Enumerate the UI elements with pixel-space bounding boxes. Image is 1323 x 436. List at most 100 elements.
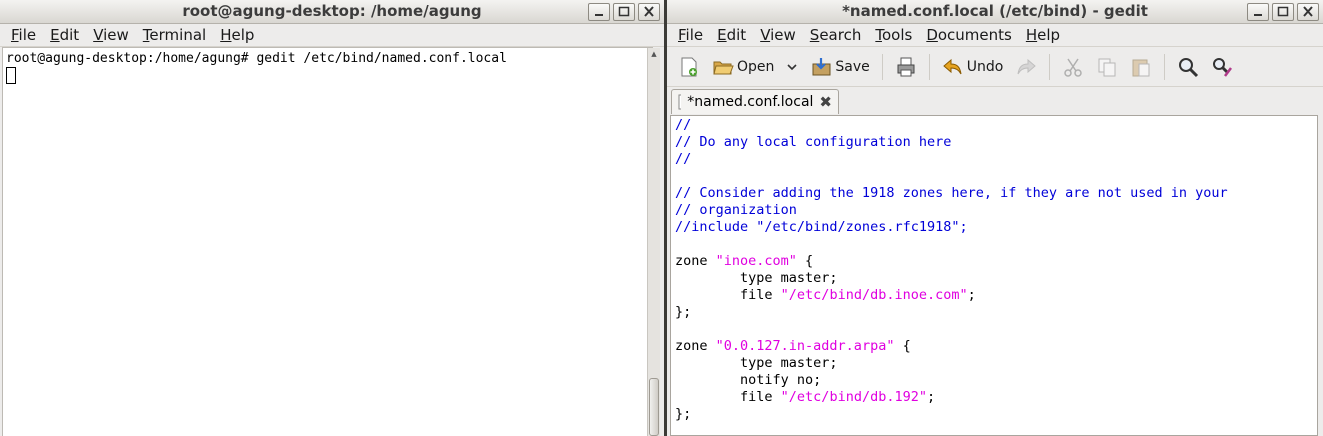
undo-button[interactable]: Undo <box>939 54 1007 80</box>
open-label: Open <box>737 59 775 75</box>
code-comment: //include "/etc/bind/zones.rfc1918"; <box>675 219 968 235</box>
terminal-cursor <box>6 67 16 84</box>
new-document-button[interactable] <box>675 54 703 80</box>
menu-mnemonic: D <box>926 26 938 44</box>
code-string: "inoe.com" <box>715 253 797 269</box>
menu-label: ocuments <box>937 26 1012 44</box>
code-text: { <box>796 253 814 269</box>
code-line: // Consider adding the 1918 zones here, … <box>675 185 1313 202</box>
redo-button[interactable] <box>1012 54 1040 80</box>
menu-label: ools <box>881 26 913 44</box>
code-text: }; <box>675 406 692 422</box>
undo-label: Undo <box>966 59 1004 75</box>
print-button[interactable] <box>892 54 920 80</box>
code-line: file "/etc/bind/db.inoe.com"; <box>675 287 1313 304</box>
code-comment: // organization <box>675 202 797 218</box>
gedit-titlebar[interactable]: *named.conf.local (/etc/bind) - gedit <box>667 0 1323 24</box>
paste-button[interactable] <box>1127 54 1155 80</box>
copy-button[interactable] <box>1093 54 1121 80</box>
minimize-icon[interactable] <box>1247 3 1269 21</box>
code-text: }; <box>675 304 692 320</box>
code-line: // <box>675 117 1313 134</box>
close-icon[interactable] <box>638 3 660 21</box>
scroll-up-arrow-icon[interactable]: ▲ <box>648 50 660 60</box>
menu-label: earch <box>819 26 862 44</box>
code-text: type master; <box>675 270 838 286</box>
menu-file[interactable]: File <box>6 26 41 44</box>
open-recent-dropdown[interactable] <box>783 59 801 75</box>
maximize-icon[interactable] <box>1272 3 1294 21</box>
cut-button[interactable] <box>1059 54 1087 80</box>
terminal-output[interactable]: root@agung-desktop:/home/agung# gedit /e… <box>2 47 653 436</box>
menu-label: iew <box>770 26 796 44</box>
menu-mnemonic: H <box>1025 26 1038 44</box>
menu-search[interactable]: Search <box>805 26 867 44</box>
menu-label: ile <box>18 26 37 44</box>
find-replace-button[interactable] <box>1208 54 1236 80</box>
menu-mnemonic: E <box>717 26 727 44</box>
code-line: // Do any local configuration here <box>675 134 1313 151</box>
menu-edit[interactable]: Edit <box>45 26 84 44</box>
terminal-menubar: File Edit View Terminal Help <box>0 24 664 47</box>
open-button[interactable]: Open <box>709 54 777 80</box>
close-icon[interactable] <box>1297 3 1319 21</box>
menu-terminal[interactable]: Terminal <box>138 26 211 44</box>
code-string: "0.0.127.in-addr.arpa" <box>715 338 895 354</box>
code-line: }; <box>675 304 1313 321</box>
search-icon <box>1179 58 1199 78</box>
terminal-titlebar[interactable]: root@agung-desktop: /home/agung <box>0 0 664 24</box>
close-tab-icon[interactable]: ✖ <box>819 93 832 111</box>
text-editor[interactable]: //// Do any local configuration here// //… <box>670 115 1318 436</box>
minimize-icon[interactable] <box>588 3 610 21</box>
code-line: type master; <box>675 270 1313 287</box>
terminal-command-line: root@agung-desktop:/home/agung# gedit /e… <box>6 51 507 66</box>
save-button[interactable]: Save <box>807 54 872 80</box>
menu-mnemonic: T <box>875 26 882 44</box>
gedit-window: *named.conf.local (/etc/bind) - gedit Fi… <box>667 0 1323 436</box>
menu-label: dit <box>59 26 80 44</box>
code-string: "/etc/bind/db.192" <box>780 389 927 405</box>
menu-label: ile <box>685 26 704 44</box>
toolbar-separator <box>1164 54 1166 80</box>
terminal-title: root@agung-desktop: /home/agung <box>182 2 482 20</box>
code-text: { <box>894 338 911 354</box>
menu-view[interactable]: View <box>755 26 801 44</box>
code-text: notify no; <box>675 372 822 388</box>
code-line: // organization <box>675 202 1313 219</box>
new-document-icon <box>681 57 697 77</box>
code-comment: // <box>675 117 692 133</box>
code-line: }; <box>675 406 1313 423</box>
code-text: file <box>675 389 781 405</box>
menu-file[interactable]: File <box>673 26 708 44</box>
toolbar-separator <box>1049 54 1051 80</box>
terminal-scrollbar[interactable]: ▲ <box>647 48 660 436</box>
text-file-icon <box>678 94 682 110</box>
tab-named-conf-local[interactable]: *named.conf.local ✖ <box>671 89 839 114</box>
maximize-icon[interactable] <box>613 3 635 21</box>
menu-view[interactable]: View <box>88 26 134 44</box>
code-line: zone "0.0.127.in-addr.arpa" { <box>675 338 1313 355</box>
menu-label: elp <box>1037 26 1061 44</box>
menu-edit[interactable]: Edit <box>712 26 751 44</box>
menu-mnemonic: V <box>93 26 104 44</box>
undo-icon <box>943 58 962 75</box>
copy-icon <box>1098 58 1116 77</box>
find-button[interactable] <box>1174 54 1202 80</box>
code-text: ; <box>967 287 976 303</box>
gedit-title: *named.conf.local (/etc/bind) - gedit <box>842 2 1148 20</box>
code-comment: // Do any local configuration here <box>675 134 952 150</box>
terminal-window: root@agung-desktop: /home/agung File Edit… <box>0 0 664 436</box>
scrollbar-thumb[interactable] <box>649 378 659 436</box>
menu-help[interactable]: Help <box>1021 26 1065 44</box>
code-line: file "/etc/bind/db.192"; <box>675 389 1313 406</box>
menu-tools[interactable]: Tools <box>870 26 917 44</box>
menu-mnemonic: H <box>220 26 232 44</box>
code-line: type master; <box>675 355 1313 372</box>
menu-mnemonic: V <box>760 26 771 44</box>
menu-help[interactable]: Help <box>215 26 259 44</box>
redo-icon <box>1017 58 1037 75</box>
menu-documents[interactable]: Documents <box>921 26 1017 44</box>
gedit-menubar: File Edit View Search Tools Documents Help <box>667 24 1323 47</box>
